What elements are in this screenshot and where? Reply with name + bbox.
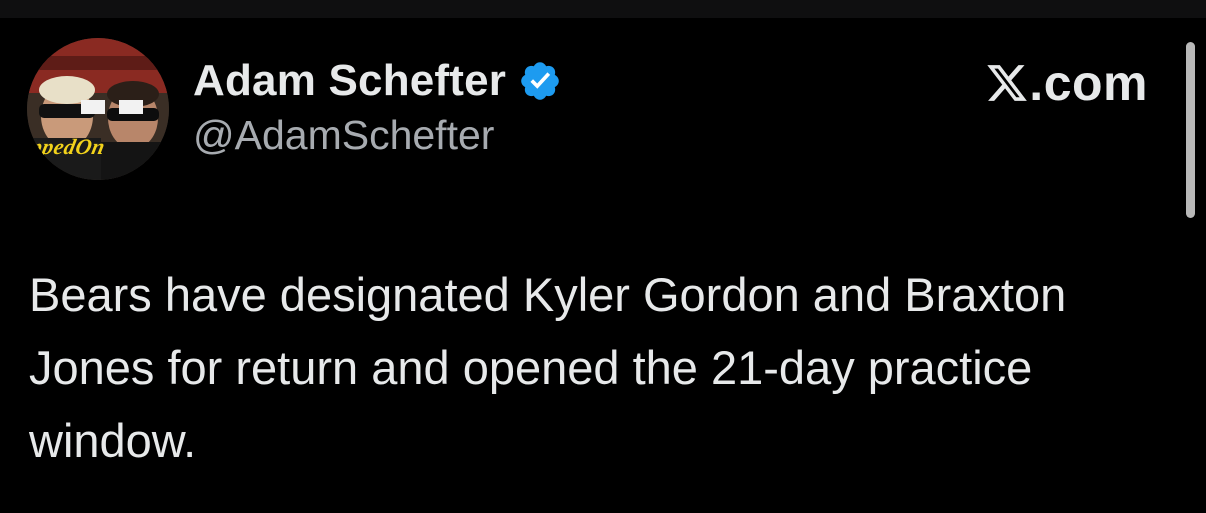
author-info: Adam Schefter @AdamSchefter (193, 52, 562, 159)
avatar[interactable]: ppedOn (27, 38, 169, 180)
verified-badge-icon (518, 59, 562, 103)
tweet-text: Bears have designated Kyler Gordon and B… (29, 268, 1067, 467)
name-row: Adam Schefter (193, 52, 562, 110)
top-bar (0, 0, 1206, 18)
brand-domain: .com (1029, 55, 1148, 111)
author-handle[interactable]: @AdamSchefter (193, 112, 562, 159)
avatar-caption: ppedOn (28, 134, 108, 159)
tweet-card[interactable]: ppedOn Adam Schefter @AdamSchefter .com … (0, 18, 1206, 513)
brand-watermark: .com (985, 54, 1148, 112)
display-name[interactable]: Adam Schefter (193, 56, 506, 106)
scrollbar[interactable] (1186, 42, 1195, 218)
x-logo-icon (985, 61, 1029, 105)
